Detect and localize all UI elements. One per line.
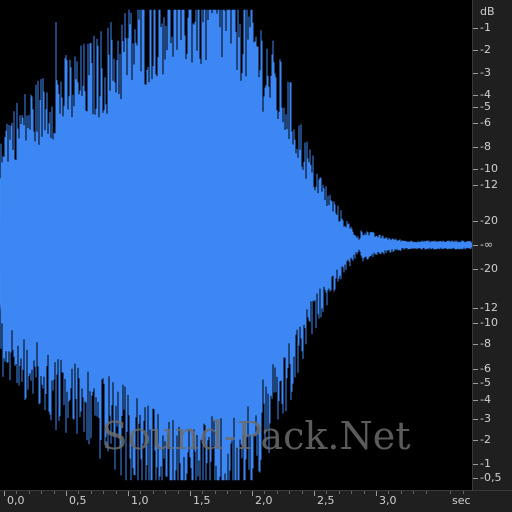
time-tick xyxy=(376,491,377,496)
time-minor-tick xyxy=(29,491,30,494)
time-minor-tick xyxy=(413,491,414,494)
db-label: -∞ xyxy=(480,238,494,251)
time-label: 2,5 xyxy=(317,494,335,507)
db-tick xyxy=(473,147,478,148)
db-label: -4 xyxy=(480,393,491,406)
db-tick xyxy=(473,323,478,324)
time-tick xyxy=(252,491,253,496)
db-label: -1 xyxy=(480,21,491,34)
db-label: -3 xyxy=(480,66,491,79)
db-tick xyxy=(473,50,478,51)
time-minor-tick xyxy=(202,491,203,494)
db-tick xyxy=(473,245,478,246)
time-label: 3,0 xyxy=(379,494,397,507)
time-minor-tick xyxy=(178,491,179,494)
time-tick xyxy=(190,491,191,496)
time-minor-tick xyxy=(240,491,241,494)
time-tick xyxy=(66,491,67,496)
db-label: -2 xyxy=(480,43,491,56)
db-label: -1 xyxy=(480,457,491,470)
time-minor-tick xyxy=(215,491,216,494)
db-unit-label: dB xyxy=(480,5,495,18)
db-label: -8 xyxy=(480,337,491,350)
time-minor-tick xyxy=(401,491,402,494)
db-tick xyxy=(473,185,478,186)
time-label: 1,5 xyxy=(193,494,211,507)
time-minor-tick xyxy=(450,491,451,494)
time-minor-tick xyxy=(16,491,17,494)
time-ruler[interactable]: sec 0,0 0,5 1,0 1,5 2,0 2,5 3,0 xyxy=(0,490,512,512)
time-tick xyxy=(128,491,129,496)
db-tick xyxy=(473,269,478,270)
db-tick xyxy=(473,28,478,29)
db-tick xyxy=(473,344,478,345)
time-tick xyxy=(314,491,315,496)
db-label: -5 xyxy=(480,100,491,113)
db-tick xyxy=(473,73,478,74)
db-label: -6 xyxy=(480,116,491,129)
time-minor-tick xyxy=(326,491,327,494)
db-tick xyxy=(473,95,478,96)
db-label: -5 xyxy=(480,376,491,389)
time-label: 0,0 xyxy=(7,494,25,507)
time-minor-tick xyxy=(91,491,92,494)
db-tick xyxy=(473,478,478,479)
time-minor-tick xyxy=(140,491,141,494)
time-label: 0,5 xyxy=(69,494,87,507)
time-minor-tick xyxy=(463,491,464,494)
db-label: -12 xyxy=(480,178,498,191)
db-label: -8 xyxy=(480,140,491,153)
time-minor-tick xyxy=(165,491,166,494)
time-minor-tick xyxy=(116,491,117,494)
time-minor-tick xyxy=(426,491,427,494)
db-tick xyxy=(473,221,478,222)
time-minor-tick xyxy=(41,491,42,494)
time-minor-tick xyxy=(264,491,265,494)
db-tick xyxy=(473,169,478,170)
time-minor-tick xyxy=(364,491,365,494)
db-tick xyxy=(473,123,478,124)
db-label: -20 xyxy=(480,214,498,227)
time-tick xyxy=(4,491,5,496)
time-minor-tick xyxy=(227,491,228,494)
time-unit-label: sec xyxy=(452,494,471,507)
db-label: -10 xyxy=(480,316,498,329)
watermark-text: Sound-Pack.Net xyxy=(101,414,411,458)
db-label: -0,5 xyxy=(480,471,502,484)
time-minor-tick xyxy=(54,491,55,494)
time-label: 1,0 xyxy=(131,494,149,507)
time-minor-tick xyxy=(351,491,352,494)
time-minor-tick xyxy=(78,491,79,494)
time-minor-tick xyxy=(153,491,154,494)
db-label: -6 xyxy=(480,362,491,375)
db-tick xyxy=(473,464,478,465)
time-minor-tick xyxy=(277,491,278,494)
time-minor-tick xyxy=(302,491,303,494)
time-minor-tick xyxy=(388,491,389,494)
time-label: 2,0 xyxy=(255,494,273,507)
db-tick xyxy=(473,369,478,370)
db-label: -12 xyxy=(480,301,498,314)
db-tick xyxy=(473,400,478,401)
db-tick xyxy=(473,107,478,108)
db-label: -10 xyxy=(480,162,498,175)
time-minor-tick xyxy=(339,491,340,494)
time-minor-tick xyxy=(103,491,104,494)
db-tick xyxy=(473,308,478,309)
db-label: -20 xyxy=(480,262,498,275)
time-minor-tick xyxy=(289,491,290,494)
db-tick xyxy=(473,383,478,384)
